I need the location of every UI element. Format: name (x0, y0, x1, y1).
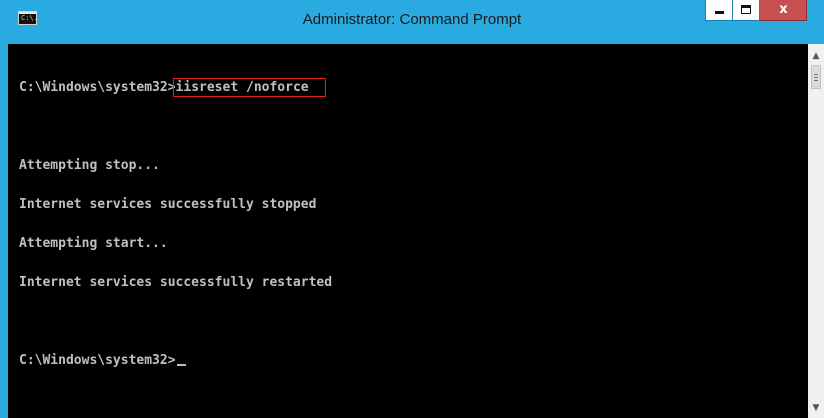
console-prompt: C:\Windows\system32> (19, 353, 176, 368)
command-prompt-window: C:\. Administrator: Command Prompt x C:\… (0, 0, 824, 418)
app-icon-label: C:\. (21, 14, 37, 22)
maximize-icon (741, 5, 751, 14)
close-icon: x (779, 2, 788, 17)
console-line-output: Internet services successfully stopped (19, 197, 317, 212)
maximize-button[interactable] (733, 0, 760, 21)
scroll-grip-icon (814, 77, 818, 78)
minimize-icon (715, 11, 724, 14)
text-cursor (176, 364, 186, 366)
console-line-current-prompt[interactable]: C:\Windows\system32> (19, 354, 332, 367)
console-prompt: C:\Windows\system32> (19, 80, 176, 95)
scroll-grip-icon (814, 80, 818, 81)
highlighted-command: iisreset /noforce (172, 78, 326, 97)
window-title: Administrator: Command Prompt (302, 11, 522, 28)
close-button[interactable]: x (760, 0, 807, 21)
command-prompt-icon[interactable]: C:\. (18, 11, 37, 25)
console-line-output: Internet services successfully restarted (19, 275, 333, 290)
scroll-down-arrow-icon[interactable]: ▼ (808, 402, 824, 414)
title-bar[interactable]: C:\. Administrator: Command Prompt x (0, 0, 824, 44)
console-line-command: C:\Windows\system32>iisreset /noforce (19, 78, 332, 97)
console-output-area[interactable]: C:\Windows\system32>iisreset /noforce At… (8, 44, 808, 418)
vertical-scrollbar[interactable]: ▲ ▼ (808, 44, 824, 418)
minimize-button[interactable] (705, 0, 733, 21)
scroll-thumb[interactable] (811, 65, 821, 89)
console-line-output: Attempting start... (19, 236, 168, 251)
scroll-grip-icon (814, 74, 818, 75)
console-text: C:\Windows\system32>iisreset /noforce At… (19, 55, 332, 393)
scroll-up-arrow-icon[interactable]: ▲ (808, 50, 824, 62)
console-line-output: Attempting stop... (19, 158, 160, 173)
